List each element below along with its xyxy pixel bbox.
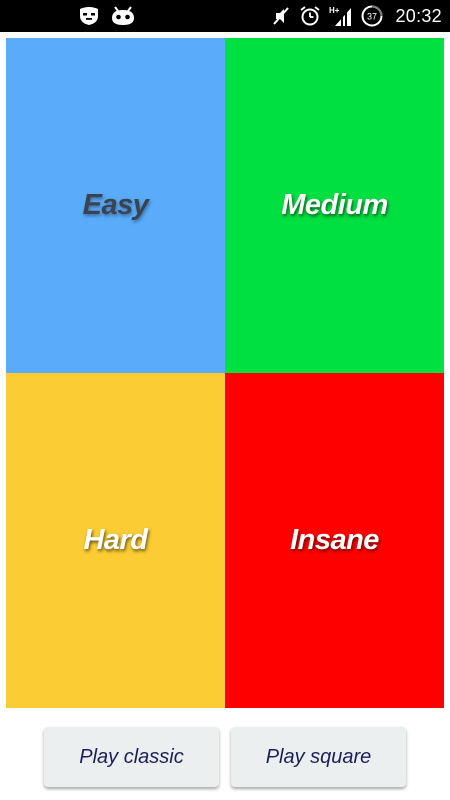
battery-level-text: 37: [367, 12, 377, 22]
tile-medium[interactable]: Medium: [225, 38, 444, 373]
tile-easy[interactable]: Easy: [6, 38, 225, 373]
tile-insane-label: Insane: [290, 524, 379, 556]
status-left-icons: [78, 6, 136, 26]
difficulty-grid: Easy Medium Hard Insane: [6, 38, 444, 708]
tile-hard[interactable]: Hard: [6, 373, 225, 708]
status-time: 20:32: [395, 5, 442, 26]
privacy-guard-icon: [78, 6, 100, 26]
svg-text:H+: H+: [329, 6, 340, 15]
status-right-icons: H+ 37 20:32: [271, 5, 442, 27]
signal-icon: H+: [329, 5, 353, 27]
battery-icon: 37: [361, 5, 383, 27]
play-mode-buttons: Play classic Play square: [0, 727, 450, 787]
mute-icon: [271, 6, 291, 26]
alarm-icon: [299, 5, 321, 27]
tile-hard-label: Hard: [83, 524, 148, 556]
tile-insane[interactable]: Insane: [225, 373, 444, 708]
status-bar: H+ 37 20:32: [0, 0, 450, 32]
play-classic-button[interactable]: Play classic: [44, 727, 219, 787]
android-debug-icon: [110, 6, 136, 26]
tile-easy-label: Easy: [82, 189, 149, 221]
play-square-button[interactable]: Play square: [231, 727, 406, 787]
tile-medium-label: Medium: [281, 189, 388, 221]
